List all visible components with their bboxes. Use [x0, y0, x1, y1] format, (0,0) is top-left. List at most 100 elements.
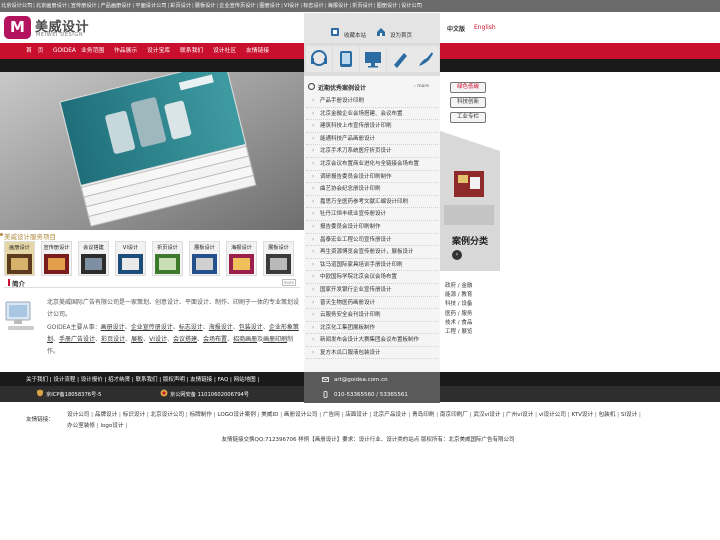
friend-link[interactable]: 品牌设计 [95, 412, 117, 418]
footer-link[interactable]: 友情链接 [190, 377, 212, 383]
intro-service-link[interactable]: 画册印刷 [263, 336, 287, 343]
monitor-icon[interactable] [360, 46, 386, 72]
nav-item-library[interactable]: 设计宝库 [147, 43, 170, 59]
category-item[interactable]: 科技 / 设备 [445, 300, 472, 309]
nav-item-home[interactable]: 首 页 [26, 43, 43, 59]
friend-link[interactable]: 南京印刷厂 [440, 412, 468, 418]
friend-link[interactable]: KTV设计 [571, 412, 593, 418]
intro-service-link[interactable]: 展板 [131, 336, 143, 343]
top-link[interactable]: 彩页设计 [170, 3, 191, 9]
hero-brochure-image[interactable] [0, 72, 304, 230]
intro-service-link[interactable]: 彩页设计 [101, 336, 125, 343]
footer-link[interactable]: 招才纳贤 [108, 377, 130, 383]
intro-service-link[interactable]: 画册设计 [101, 324, 125, 331]
friend-link[interactable]: 标识设计 [123, 412, 145, 418]
service-tab[interactable]: 画册设计 [4, 241, 35, 276]
case-list-item[interactable]: 新闻发布会设计大赛集团会议布置板制作 [306, 334, 438, 347]
friend-link[interactable]: 办公室装修 [67, 423, 95, 429]
top-link[interactable]: 企业宣传页设计 [219, 3, 255, 9]
arrow-right-icon[interactable]: › [452, 250, 462, 260]
case-list-item[interactable]: 调研报告委员会设计印刷制作 [306, 171, 438, 184]
top-link[interactable]: VI设计 [284, 3, 299, 9]
service-tab[interactable]: 折页设计 [152, 241, 183, 276]
case-list-item[interactable]: 北京金融企业会场搭建、会议布置 [306, 108, 438, 121]
friend-link[interactable]: SI设计 [621, 412, 637, 418]
category-item[interactable]: 医药 / 服务 [445, 310, 472, 319]
top-link[interactable]: 宣传册设计 [71, 3, 97, 9]
friend-link[interactable]: 店面设计 [345, 412, 367, 418]
service-tab[interactable]: 海报设计 [226, 241, 257, 276]
nav-item-community[interactable]: 设计社区 [213, 43, 236, 59]
category-item[interactable]: 政府 / 金融 [445, 282, 472, 291]
case-list-item[interactable]: 昌泰宏业工程公司宣传册设计 [306, 234, 438, 247]
footer-link[interactable]: 版权声明 [163, 377, 185, 383]
friend-link[interactable]: 标牌制作 [190, 412, 212, 418]
top-link[interactable]: 展板设计 [195, 3, 216, 9]
intro-service-link[interactable]: 包装设计 [239, 324, 263, 331]
service-tab[interactable]: 宣传册设计 [41, 241, 72, 276]
friend-link[interactable]: 画册设计公司 [284, 412, 318, 418]
footer-link[interactable]: 联系我们 [136, 377, 158, 383]
footer-link[interactable]: FAQ [218, 377, 229, 383]
footer-link[interactable]: 网站地图 [234, 377, 256, 383]
service-tab[interactable]: 会议搭建 [78, 241, 109, 276]
intro-service-link[interactable]: 招商画册 [233, 336, 257, 343]
tablet-icon[interactable] [333, 46, 359, 72]
friend-link[interactable]: 青岛印刷 [412, 412, 434, 418]
friend-link[interactable]: 武汉vi设计 [473, 412, 500, 418]
friend-link[interactable]: 北京产品设计 [373, 412, 407, 418]
case-list-item[interactable]: 产品手册设计印刷 [306, 95, 438, 108]
friend-link[interactable]: 设计公司 [67, 412, 89, 418]
category-item[interactable]: 能源 / 教育 [445, 291, 472, 300]
top-link[interactable]: 标志设计 [303, 3, 324, 9]
friend-link[interactable]: vi设计公司 [539, 412, 566, 418]
intro-service-link[interactable]: 会场布置 [203, 336, 227, 343]
case-list-item[interactable]: 北京会议布置商业进化与全链接会场布置 [306, 158, 438, 171]
intro-more-button[interactable]: more [281, 279, 296, 286]
case-list-item[interactable]: 北京手术刀系统医疗折页设计 [306, 145, 438, 158]
public-security-number[interactable]: 京公网安备 11010602006794号 [170, 391, 249, 398]
pen-icon[interactable] [387, 46, 413, 72]
category-item[interactable]: 工程 / 展览 [445, 328, 472, 337]
top-link[interactable]: 产品画册设计 [100, 3, 131, 9]
intro-service-link[interactable]: 标志设计 [179, 324, 203, 331]
intro-service-link[interactable]: 手册广告设计 [59, 336, 95, 343]
top-link[interactable]: 平面设计公司 [135, 3, 166, 9]
case-list-item[interactable]: 普天生物医药画册设计 [306, 297, 438, 310]
top-link[interactable]: 图册设计 [377, 3, 398, 9]
nav-item-goidea[interactable]: GOIDEA [53, 43, 76, 59]
case-more-link[interactable]: › more [414, 84, 429, 89]
top-link[interactable]: 北京画册设计 [36, 3, 67, 9]
friend-link[interactable]: 美威ID [261, 412, 278, 418]
service-tab[interactable]: VI设计 [115, 241, 146, 276]
set-homepage-link[interactable]: 设为首页 [390, 31, 412, 39]
contact-email[interactable]: art@goidea.com.cn [334, 377, 388, 383]
top-link[interactable]: 设计公司 [401, 3, 422, 9]
lang-chinese-link[interactable]: 中文版 [447, 24, 465, 33]
case-list-item[interactable]: 钛马道国际家具培训手册设计印刷 [306, 259, 438, 272]
top-link[interactable]: 北京设计公司 [1, 3, 32, 9]
intro-service-link[interactable]: 海报设计 [209, 324, 233, 331]
nav-item-works[interactable]: 作品展示 [114, 43, 137, 59]
top-link[interactable]: 折页设计 [352, 3, 373, 9]
service-tab[interactable]: 展板设计 [263, 241, 294, 276]
intro-service-link[interactable]: 会议搭建 [173, 336, 197, 343]
add-favorite-link[interactable]: 收藏本站 [344, 31, 366, 39]
case-list-item[interactable]: 建筑科技上市宣传册设计印刷 [306, 120, 438, 133]
nav-item-business[interactable]: 业务范围 [81, 43, 104, 59]
case-list-item[interactable]: 曲艺协会纪念册设计印刷 [306, 183, 438, 196]
case-list-item[interactable]: 能通科技产品画册设计 [306, 133, 438, 146]
case-list-item[interactable]: 再生资源博览会宣传册设计，展板设计 [306, 246, 438, 259]
lang-english-link[interactable]: English [474, 24, 496, 31]
friend-link[interactable]: 北京设计公司 [151, 412, 185, 418]
friend-link[interactable]: logo设计 [100, 423, 123, 429]
logo-mark[interactable]: M [4, 16, 31, 39]
case-list-item[interactable]: 报告委员会设计印刷制作 [306, 221, 438, 234]
case-list-item[interactable]: 牡丹江恒丰纸业宣传册设计 [306, 208, 438, 221]
friend-link[interactable]: 包装机 [599, 412, 616, 418]
case-list-item[interactable]: 云服务安全会刊设计印刷 [306, 309, 438, 322]
footer-link[interactable]: 设计报价 [81, 377, 103, 383]
brush-icon[interactable] [413, 46, 439, 72]
intro-service-link[interactable]: VI设计 [149, 336, 167, 343]
category-item[interactable]: 技术 / 食品 [445, 319, 472, 328]
